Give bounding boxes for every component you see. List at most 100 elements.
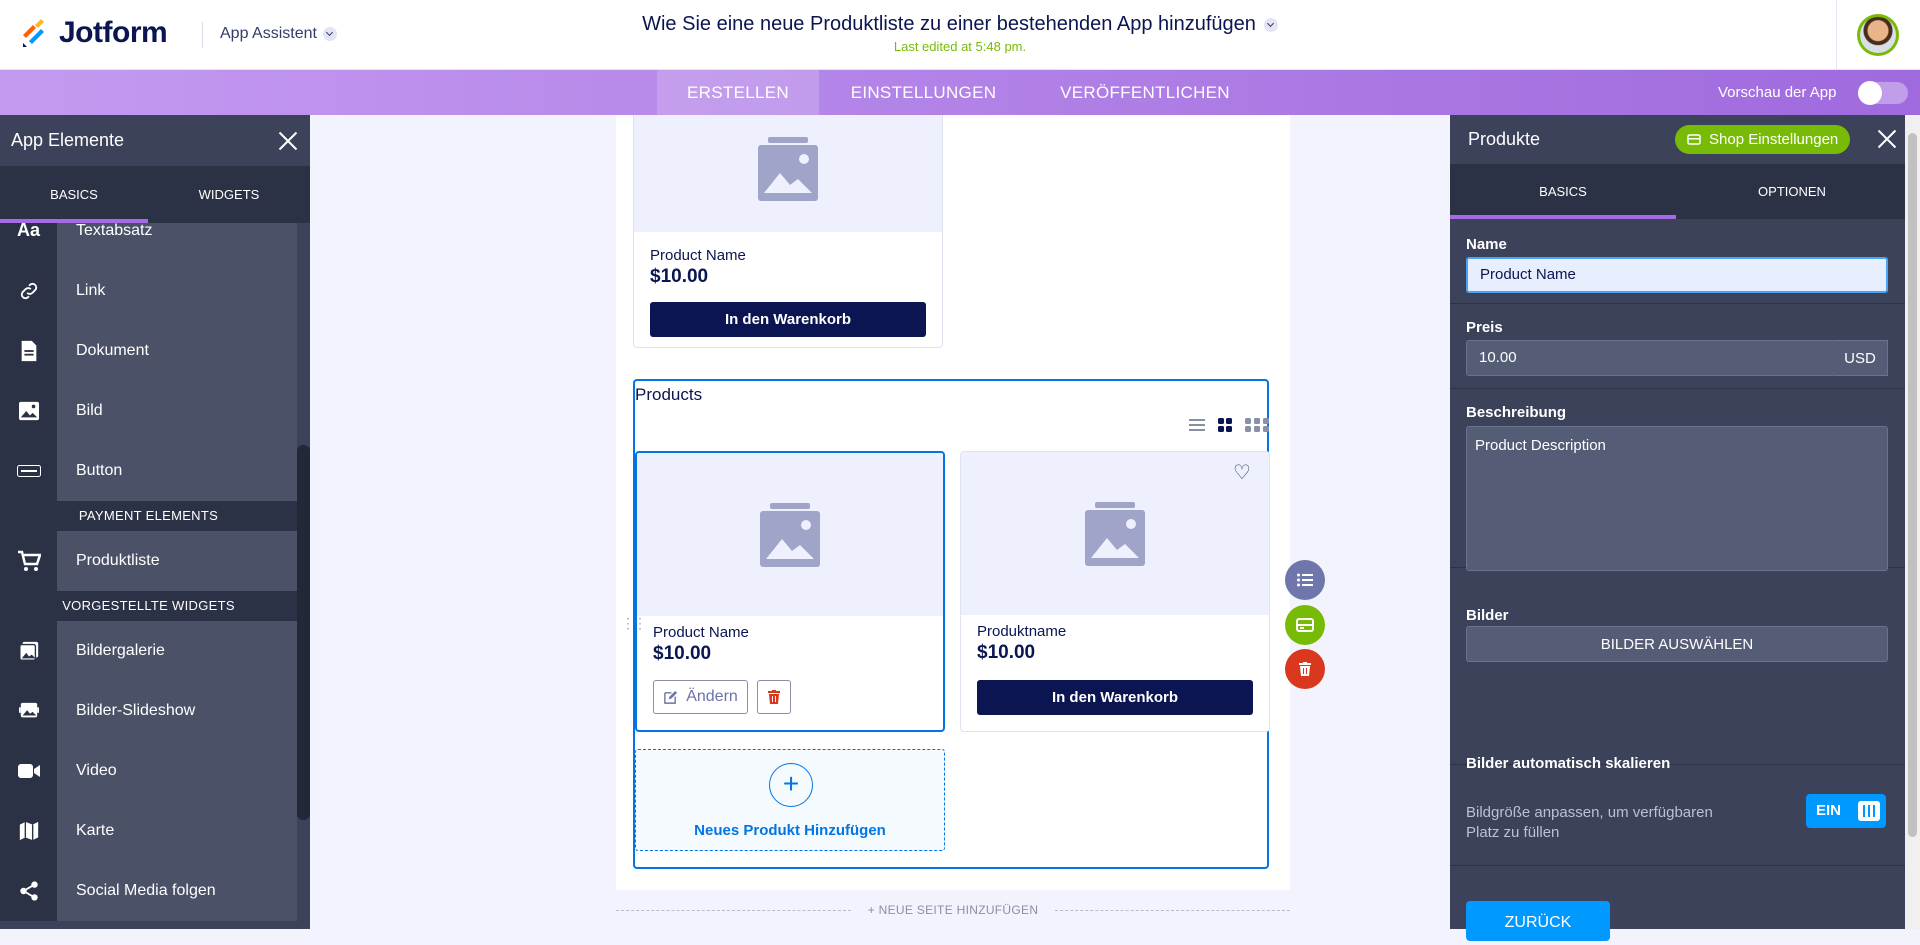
panel-tabs: BASICS OPTIONEN: [1450, 165, 1905, 219]
list-item-video[interactable]: Video: [0, 740, 297, 801]
product-image: [637, 453, 943, 616]
list-item-karte[interactable]: Karte: [0, 800, 297, 861]
close-icon[interactable]: [278, 131, 298, 151]
product-list-widget[interactable]: Products Product Name $10.00 Ändern ♡ Pr…: [633, 379, 1270, 869]
toggle-knob: [1858, 801, 1880, 821]
list-item-bildergalerie[interactable]: Bildergalerie: [0, 620, 297, 681]
button-icon: [0, 440, 57, 501]
add-to-cart-button[interactable]: In den Warenkorb: [977, 680, 1253, 715]
list-item-label: Video: [57, 740, 297, 801]
tab-optionen[interactable]: OPTIONEN: [1679, 165, 1905, 219]
autoscale-label: Bilder automatisch skalieren: [1466, 755, 1671, 772]
delete-element-button[interactable]: [1285, 649, 1325, 689]
view-toggle: [1189, 417, 1269, 433]
credit-card-icon: [1687, 134, 1701, 145]
heart-icon[interactable]: ♡: [1231, 462, 1253, 484]
avatar[interactable]: [1857, 14, 1899, 56]
preview-toggle[interactable]: [1858, 81, 1908, 105]
credit-card-icon: [1296, 618, 1314, 632]
add-product-button[interactable]: + Neues Produkt Hinzufügen: [635, 749, 945, 851]
compact-grid-view-icon[interactable]: [1245, 417, 1269, 433]
edit-product-button[interactable]: Ändern: [653, 680, 748, 714]
name-label: Name: [1466, 236, 1507, 253]
app-canvas: Product Name $10.00 In den Warenkorb Pro…: [310, 115, 1450, 929]
list-item-link[interactable]: Link: [0, 260, 297, 321]
link-icon: [0, 260, 57, 321]
list-item-textabsatz[interactable]: Aa Textabsatz: [0, 223, 297, 261]
scrollbar-thumb[interactable]: [1908, 133, 1917, 837]
app-title[interactable]: Wie Sie eine neue Produktliste zu einer …: [642, 13, 1278, 36]
payment-settings-button[interactable]: [1285, 605, 1325, 645]
trash-icon: [1299, 662, 1311, 676]
product-card[interactable]: ♡ Produktname $10.00 In den Warenkorb: [960, 451, 1270, 732]
grid-view-icon[interactable]: [1217, 417, 1233, 433]
cart-icon: [0, 530, 57, 591]
description-label: Beschreibung: [1466, 404, 1567, 421]
panel-scrollbar[interactable]: [297, 223, 310, 929]
list-item-label: Karte: [57, 800, 297, 861]
image-placeholder-icon: [760, 502, 820, 567]
add-product-label: Neues Produkt Hinzufügen: [694, 822, 886, 839]
share-icon: [0, 860, 57, 921]
close-icon[interactable]: [1877, 129, 1897, 149]
description-textarea[interactable]: Product Description: [1466, 426, 1888, 571]
tab-basics[interactable]: BASICS: [1450, 165, 1676, 219]
delete-product-button[interactable]: [757, 680, 791, 714]
autoscale-toggle[interactable]: EIN: [1806, 794, 1886, 828]
preview-label: Vorschau der App: [1718, 84, 1837, 101]
list-item-label: Bild: [57, 380, 297, 441]
product-card-selected[interactable]: Product Name $10.00 Ändern: [635, 451, 945, 732]
list-item-social-media-folgen[interactable]: Social Media folgen: [0, 860, 297, 921]
product-card[interactable]: Product Name $10.00 In den Warenkorb: [633, 115, 943, 348]
name-field-group: Name Product Name: [1450, 220, 1905, 304]
name-input[interactable]: Product Name: [1466, 257, 1888, 293]
panel-header: App Elemente: [0, 115, 310, 167]
drag-handle-icon[interactable]: ⋮⋮: [621, 615, 647, 632]
avatar-area: [1836, 0, 1920, 70]
product-price: $10.00: [653, 643, 712, 664]
scrollbar-thumb[interactable]: [297, 445, 310, 820]
list-item-label: Button: [57, 440, 297, 501]
list-item-label: Link: [57, 260, 297, 321]
product-price: $10.00: [977, 642, 1036, 663]
list-item-label: Bilder-Slideshow: [57, 680, 297, 741]
shop-settings-button[interactable]: Shop Einstellungen: [1675, 125, 1851, 154]
image-placeholder-icon: [758, 137, 818, 201]
app-title-text: Wie Sie eine neue Produktliste zu einer …: [642, 13, 1256, 35]
tab-erstellen[interactable]: ERSTELLEN: [657, 70, 819, 115]
tab-veroeffentlichen[interactable]: VERÖFFENTLICHEN: [1050, 70, 1240, 115]
properties-button[interactable]: [1285, 560, 1325, 600]
price-input[interactable]: 10.00: [1466, 340, 1834, 376]
product-price: $10.00: [650, 266, 709, 287]
list-item-bilder-slideshow[interactable]: Bilder-Slideshow: [0, 680, 297, 741]
price-label: Preis: [1466, 319, 1503, 336]
app-page: Product Name $10.00 In den Warenkorb Pro…: [616, 115, 1290, 890]
text-icon: Aa: [0, 223, 57, 261]
app-elements-panel: App Elemente BASICS WIDGETS Aa Textabsat…: [0, 115, 310, 929]
tab-widgets[interactable]: WIDGETS: [155, 167, 303, 223]
price-field-group: Preis 10.00 USD: [1450, 304, 1905, 389]
list-view-icon[interactable]: [1189, 417, 1205, 433]
video-icon: [0, 740, 57, 801]
list-item-label: Produktliste: [57, 530, 297, 591]
list-item-button[interactable]: Button: [0, 440, 297, 501]
chevron-down-icon[interactable]: [1263, 17, 1278, 32]
list-item-dokument[interactable]: Dokument: [0, 320, 297, 381]
list-item-produktliste[interactable]: Produktliste: [0, 530, 297, 591]
add-new-page-button[interactable]: + NEUE SEITE HINZUFÜGEN: [616, 903, 1290, 917]
widget-title: Products: [635, 385, 703, 404]
images-field-group: Bilder BILDER AUSWÄHLEN: [1450, 568, 1905, 662]
divider: [1450, 865, 1905, 866]
shop-settings-label: Shop Einstellungen: [1709, 131, 1839, 148]
list-item-bild[interactable]: Bild: [0, 380, 297, 441]
title-area: Wie Sie eine neue Produktliste zu einer …: [0, 13, 1920, 54]
back-button[interactable]: ZURÜCK: [1466, 901, 1610, 941]
autoscale-field-group: Bilder automatisch skalieren: [1450, 653, 1905, 772]
plus-icon: +: [769, 763, 813, 807]
tab-einstellungen[interactable]: EINSTELLUNGEN: [830, 70, 1017, 115]
map-icon: [0, 800, 57, 861]
add-to-cart-button[interactable]: In den Warenkorb: [650, 302, 926, 337]
page-scrollbar[interactable]: [1905, 115, 1920, 929]
currency-label: USD: [1833, 340, 1888, 376]
tab-basics[interactable]: BASICS: [0, 167, 148, 223]
